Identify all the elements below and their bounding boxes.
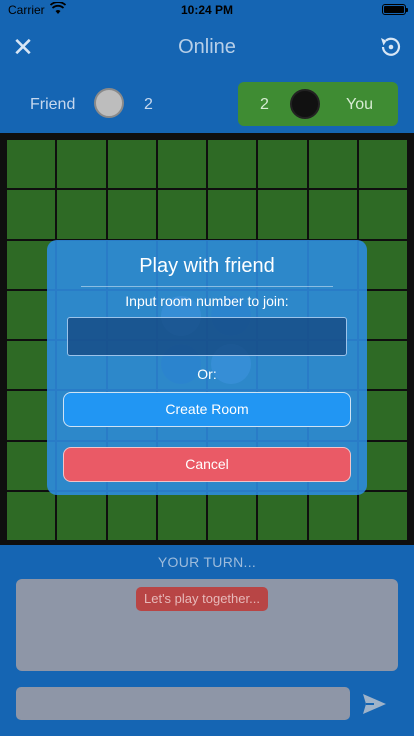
- board-cell[interactable]: [258, 491, 307, 540]
- player-friend: Friend 2: [16, 82, 176, 126]
- dialog-divider: [81, 286, 333, 287]
- player-friend-score: 2: [144, 96, 153, 113]
- board-cell[interactable]: [157, 491, 206, 540]
- chat-message: Let's play together...: [136, 587, 268, 611]
- board-cell[interactable]: [107, 190, 156, 239]
- black-disc-icon: [290, 89, 320, 119]
- chat-panel: Let's play together...: [16, 579, 398, 671]
- board-cell[interactable]: [258, 190, 307, 239]
- player-you-score: 2: [260, 96, 269, 113]
- board-cell[interactable]: [57, 190, 106, 239]
- board-cell[interactable]: [308, 491, 357, 540]
- board-cell[interactable]: [258, 140, 307, 189]
- chat-input[interactable]: [16, 687, 350, 720]
- restart-icon[interactable]: [378, 34, 404, 60]
- board-cell[interactable]: [7, 491, 56, 540]
- board-cell[interactable]: [57, 140, 106, 189]
- page-title: Online: [178, 36, 236, 58]
- room-number-input[interactable]: [67, 317, 347, 356]
- battery-icon: [382, 4, 408, 15]
- player-you: 2 You: [238, 82, 398, 126]
- turn-indicator: YOUR TURN...: [157, 554, 257, 570]
- board-cell[interactable]: [208, 491, 257, 540]
- board-cell[interactable]: [7, 190, 56, 239]
- room-number-label: Input room number to join:: [125, 293, 289, 309]
- play-with-friend-dialog: Play with friend Input room number to jo…: [47, 240, 367, 495]
- board-cell[interactable]: [208, 140, 257, 189]
- board-cell[interactable]: [157, 140, 206, 189]
- board-cell[interactable]: [107, 140, 156, 189]
- send-icon[interactable]: [360, 690, 388, 718]
- board-cell[interactable]: [308, 190, 357, 239]
- white-disc-icon: [94, 88, 124, 118]
- cancel-button[interactable]: Cancel: [63, 447, 351, 482]
- board-cell[interactable]: [358, 190, 407, 239]
- status-bar: Carrier 10:24 PM: [0, 0, 414, 20]
- board-cell[interactable]: [208, 190, 257, 239]
- board-cell[interactable]: [157, 190, 206, 239]
- board-cell[interactable]: [57, 491, 106, 540]
- player-you-name: You: [346, 96, 373, 113]
- board-cell[interactable]: [107, 491, 156, 540]
- player-friend-name: Friend: [30, 96, 76, 113]
- create-room-button[interactable]: Create Room: [63, 392, 351, 427]
- nav-bar: ✕ Online: [0, 20, 414, 76]
- board-cell[interactable]: [7, 140, 56, 189]
- or-label: Or:: [197, 366, 217, 382]
- board-cell[interactable]: [308, 140, 357, 189]
- dialog-title: Play with friend: [139, 255, 275, 277]
- board-cell[interactable]: [358, 491, 407, 540]
- clock: 10:24 PM: [180, 3, 234, 17]
- board-cell[interactable]: [358, 140, 407, 189]
